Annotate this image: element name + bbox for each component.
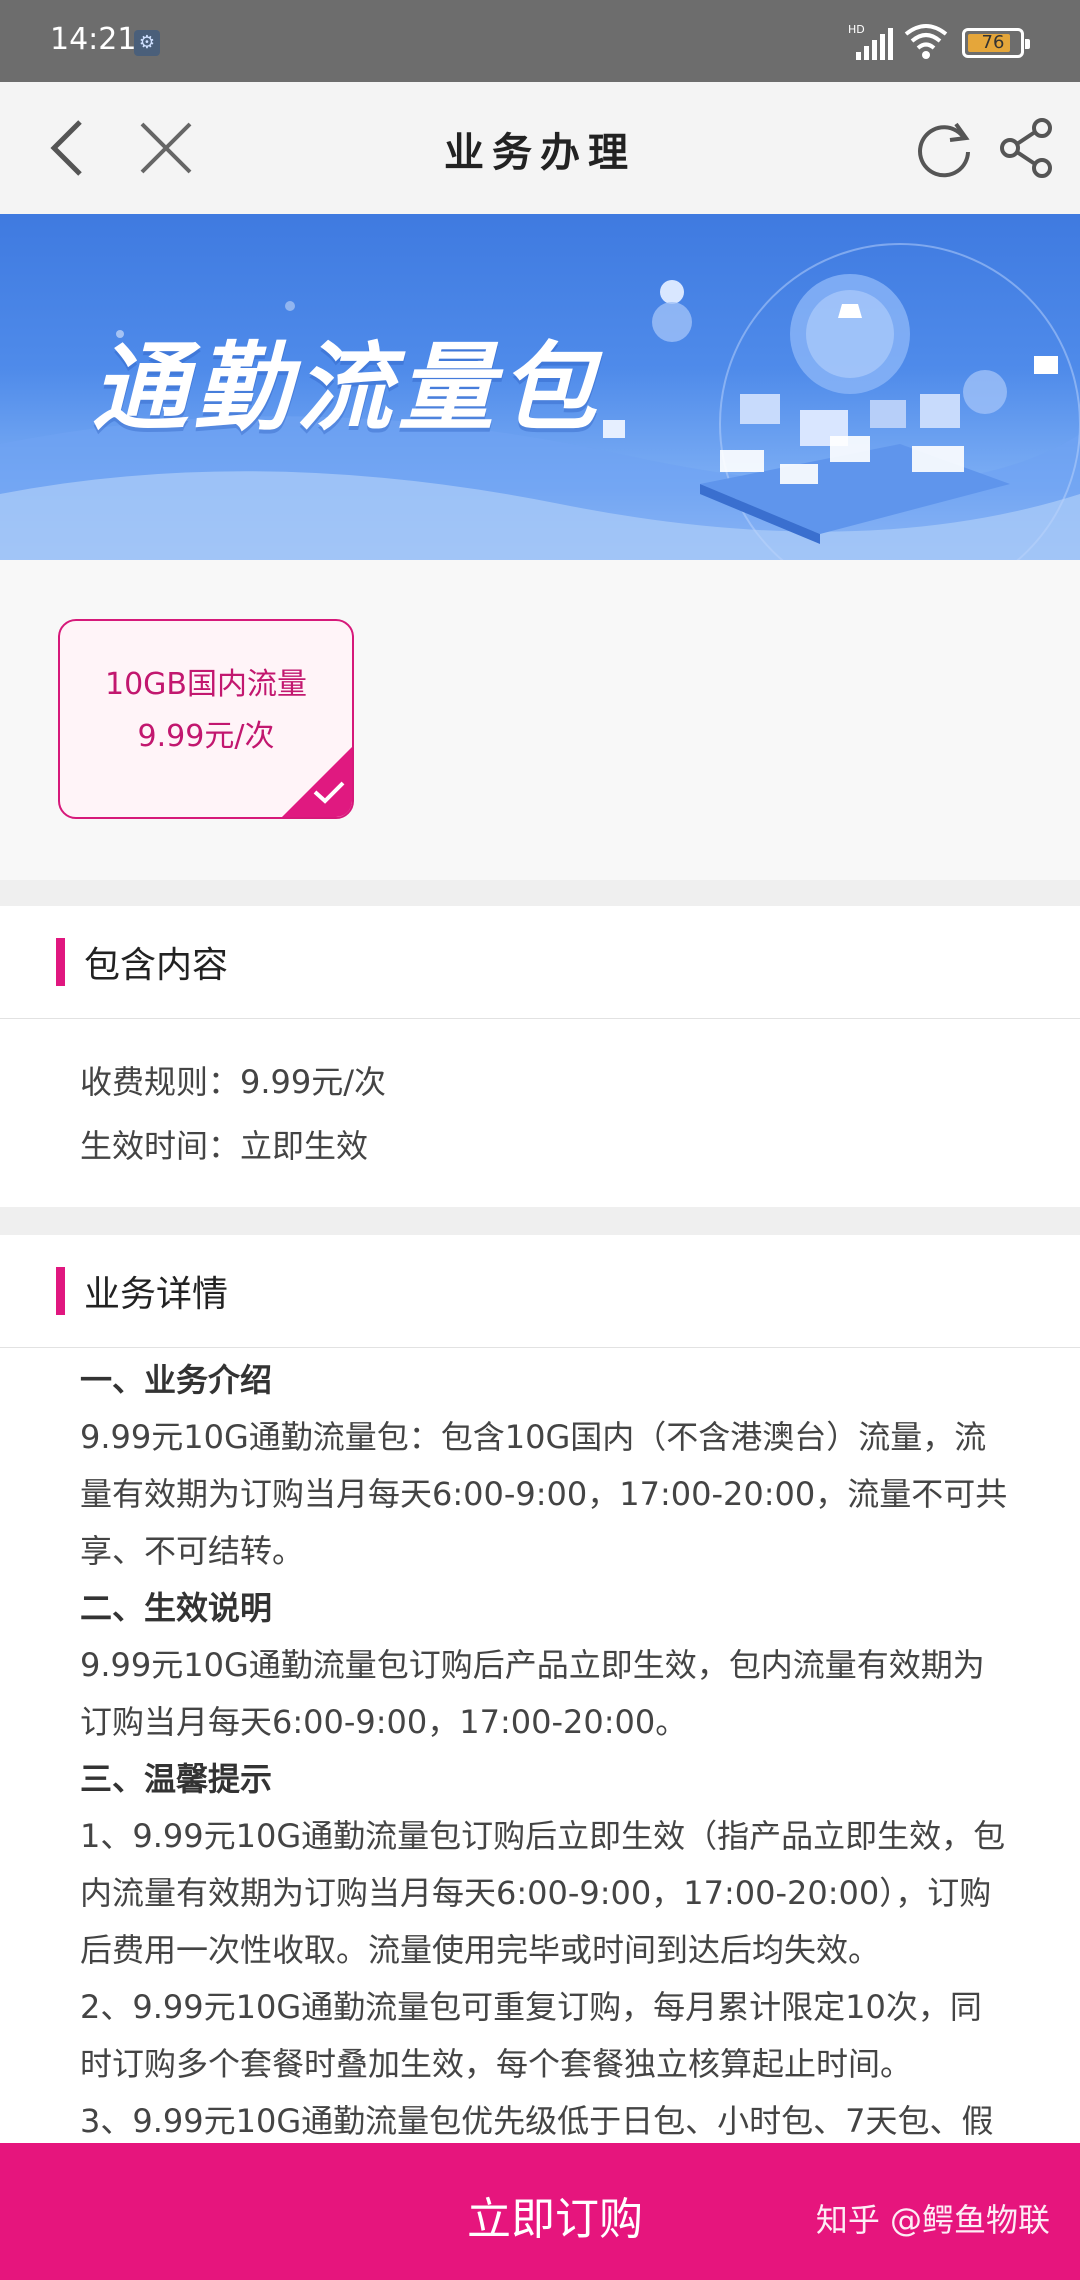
cellular-signal-icon: HD — [848, 22, 896, 66]
includes-content: 收费规则：9.99元/次 生效时间：立即生效 — [0, 1019, 1080, 1207]
details-paragraph: 3、9.99元10G通勤流量包优先级低于日包、小时包、7天包、假 — [80, 2102, 994, 2140]
watermark: 知乎 @鳄鱼物联 — [815, 2201, 1050, 2239]
battery-level: 76 — [981, 32, 1005, 53]
network-label: HD — [848, 23, 865, 36]
nav-bar: 业务办理 — [0, 82, 1080, 215]
details-paragraph: 2、9.99元10G通勤流量包可重复订购，每月累计限定10次，同时订购多个套餐时… — [80, 1988, 982, 2083]
fee-rule: 收费规则：9.99元/次 — [80, 1063, 387, 1101]
refresh-icon[interactable] — [912, 116, 976, 184]
details-paragraph: 9.99元10G通勤流量包：包含10G国内（不含港澳台）流量，流量有效期为订购当… — [80, 1418, 1008, 1570]
wifi-icon — [902, 20, 952, 66]
details-section-title: 业务详情 — [84, 1274, 229, 1315]
details-paragraph: 1、9.99元10G通勤流量包订购后立即生效（指产品立即生效，包内流量有效期为订… — [80, 1817, 1006, 1969]
status-bar: 14:21 ⚙ HD 76 — [0, 0, 1080, 82]
details-section-header: 业务详情 — [0, 1235, 1080, 1348]
section-divider — [0, 880, 1080, 906]
details-heading: 二、生效说明 — [80, 1589, 273, 1627]
package-name: 10GB国内流量 — [104, 667, 307, 702]
section-accent-bar — [56, 1267, 65, 1315]
share-icon[interactable] — [996, 116, 1060, 184]
details-content: 一、业务介绍 9.99元10G通勤流量包：包含10G国内（不含港澳台）流量，流量… — [80, 1352, 1010, 2150]
section-divider — [0, 1207, 1080, 1235]
settings-notification-icon: ⚙ — [134, 30, 160, 56]
battery-icon: 76 — [962, 28, 1030, 58]
buy-now-bar[interactable]: 立即订购 知乎 @鳄鱼物联 — [0, 2143, 1080, 2280]
banner-title: 通勤流量包 — [92, 332, 602, 444]
status-time: 14:21 — [50, 22, 137, 57]
details-heading: 一、业务介绍 — [80, 1361, 273, 1399]
details-heading: 三、温馨提示 — [80, 1760, 273, 1798]
includes-section-header: 包含内容 — [0, 906, 1080, 1019]
promo-banner: 通勤流量包 — [0, 214, 1080, 560]
details-paragraph: 9.99元10G通勤流量包订购后产品立即生效，包内流量有效期为订购当月每天6:0… — [80, 1646, 985, 1741]
section-accent-bar — [56, 938, 65, 986]
package-selection: 10GB国内流量 9.99元/次 — [0, 560, 1080, 880]
includes-section-title: 包含内容 — [84, 945, 229, 986]
package-option-10gb[interactable]: 10GB国内流量 9.99元/次 — [58, 619, 354, 819]
effective-time: 生效时间：立即生效 — [80, 1127, 369, 1165]
checkmark-icon — [312, 779, 346, 809]
